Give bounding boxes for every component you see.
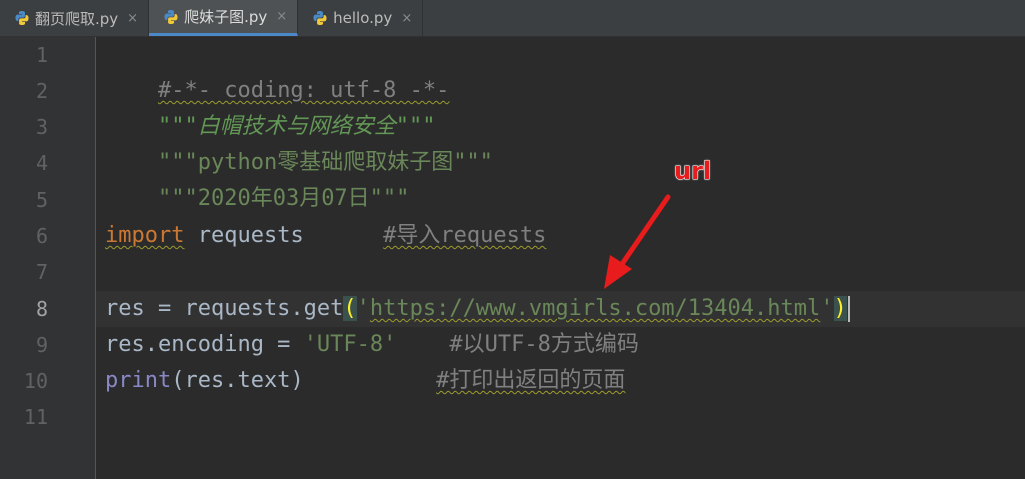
code-line-9[interactable]: res.encoding = 'UTF-8' #以UTF-8方式编码 <box>105 327 639 363</box>
tab-label: 翻页爬取.py <box>35 9 119 28</box>
line-number: 5 <box>35 188 48 212</box>
inline-comment: #以UTF-8方式编码 <box>449 332 639 357</box>
spacing <box>396 332 449 357</box>
request-call: res = requests.get <box>105 296 344 321</box>
close-paren: ) <box>833 296 847 321</box>
url-annotation-label: url <box>673 157 712 186</box>
line-number: 3 <box>35 115 48 139</box>
code-line-4[interactable]: """2020年03月07日""" <box>105 145 409 211</box>
code-editor[interactable]: #-*- coding: utf-8 -*- """白帽技术与网络安全""" "… <box>96 37 1025 479</box>
line-number: 11 <box>23 405 48 429</box>
line-number: 4 <box>35 151 48 175</box>
close-icon[interactable]: × <box>127 11 138 26</box>
open-paren: ( <box>343 296 357 321</box>
line-number: 7 <box>35 260 48 284</box>
editor-tab-bar: 翻页爬取.py × 爬妹子图.py × hello.py × <box>0 0 1025 37</box>
tab-label: hello.py <box>333 9 393 27</box>
close-icon[interactable]: × <box>276 9 287 24</box>
close-icon[interactable]: × <box>401 11 412 26</box>
python-file-icon <box>313 11 327 25</box>
code-line-6[interactable]: import requests #导入requests <box>105 218 546 254</box>
tab-fanye-paqu[interactable]: 翻页爬取.py × <box>0 0 150 36</box>
line-number: 1 <box>35 43 48 67</box>
inline-comment: #导入requests <box>383 223 547 248</box>
docstring: """2020年03月07日""" <box>157 186 410 211</box>
python-file-icon <box>164 9 178 24</box>
python-file-icon <box>15 11 29 25</box>
print-args: (res.text) <box>171 368 437 393</box>
print-builtin: print <box>105 368 172 393</box>
arrow-annotation <box>604 194 671 289</box>
tab-pa-meizitu[interactable]: 爬妹子图.py × <box>149 0 299 36</box>
code-line-1[interactable]: #-*- coding: utf-8 -*- <box>105 37 449 103</box>
tab-hello[interactable]: hello.py × <box>298 0 424 36</box>
code-line-8[interactable]: res = requests.get('https://www.vmgirls.… <box>105 291 850 327</box>
import-keyword: import <box>105 223 185 248</box>
line-number: 6 <box>35 224 48 248</box>
code-line-3[interactable]: """python零基础爬取妹子图""" <box>105 109 493 175</box>
line-number: 9 <box>35 333 48 357</box>
line-number-current: 8 <box>35 297 48 321</box>
string-quote: ' <box>356 296 370 321</box>
line-number: 10 <box>23 369 48 393</box>
tab-label: 爬妹子图.py <box>184 8 268 26</box>
code-line-10[interactable]: print(res.text) #打印出返回的页面 <box>105 363 625 399</box>
line-number-gutter[interactable]: 1 2 3 4 5 6 7 8 9 10 11 <box>0 37 96 479</box>
line-number: 2 <box>35 79 48 103</box>
encoding-assign: res.encoding = <box>105 332 304 357</box>
module-name: requests <box>184 223 384 248</box>
code-line-2[interactable]: """白帽技术与网络安全""" <box>105 73 435 139</box>
encoding-string: 'UTF-8' <box>303 332 397 357</box>
text-cursor <box>847 296 850 322</box>
string-quote: ' <box>820 296 834 321</box>
url-string: https://www.vmgirls.com/13404.html <box>369 296 821 321</box>
inline-comment: #打印出返回的页面 <box>436 368 626 393</box>
